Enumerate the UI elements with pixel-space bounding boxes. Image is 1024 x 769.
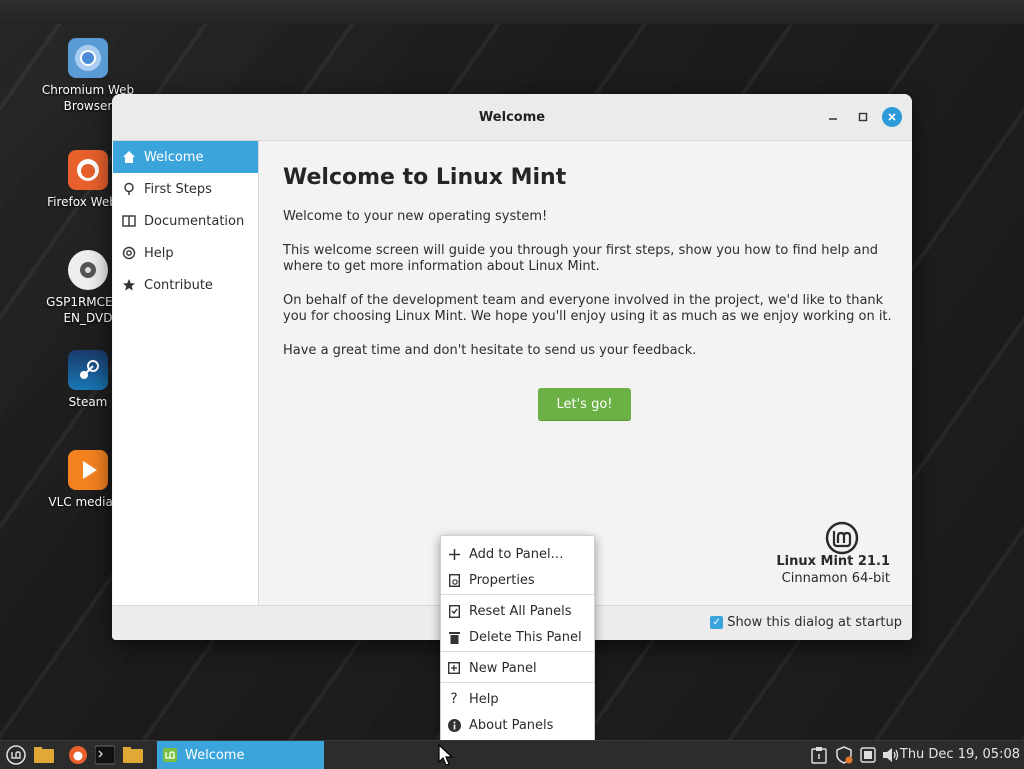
menu-separator: [441, 594, 594, 595]
menu-item-label: Delete This Panel: [469, 629, 582, 645]
sidebar-item-welcome[interactable]: Welcome: [113, 141, 258, 173]
terminal-icon: [95, 745, 115, 765]
maximize-icon: [858, 112, 868, 122]
welcome-paragraph: Welcome to your new operating system!: [283, 209, 548, 224]
mint-welcome-icon: [163, 748, 177, 762]
close-button[interactable]: [882, 107, 902, 127]
reset-icon: [447, 604, 461, 618]
steam-icon: [68, 350, 108, 390]
mint-menu-button[interactable]: [5, 744, 27, 766]
edition-label: Cinnamon 64-bit: [781, 571, 890, 586]
vlc-icon: [68, 450, 108, 490]
menu-item-delete-this-panel[interactable]: Delete This Panel: [441, 624, 594, 650]
page-title: Welcome to Linux Mint: [283, 165, 567, 190]
taskbar-terminal-launcher[interactable]: [94, 744, 116, 766]
menu-item-properties[interactable]: Properties: [441, 567, 594, 593]
menu-item-reset-all-panels[interactable]: Reset All Panels: [441, 598, 594, 624]
window-title: Welcome: [478, 109, 546, 125]
chromium-icon: [68, 38, 108, 78]
menu-separator: [441, 682, 594, 683]
menu-item-label: New Panel: [469, 660, 537, 676]
checkmark-icon: ✓: [710, 616, 724, 629]
sidebar-item-label: First Steps: [144, 181, 212, 197]
window-titlebar[interactable]: Welcome: [112, 94, 912, 141]
network-icon: [860, 747, 876, 763]
mint-menu-icon: [6, 745, 26, 765]
clock[interactable]: Thu Dec 19, 05:08: [900, 747, 1020, 762]
checkbox-label: Show this dialog at startup: [727, 615, 902, 630]
version-label: Linux Mint 21.1: [776, 554, 890, 569]
sidebar-item-help[interactable]: Help: [113, 237, 258, 269]
shield-icon: [836, 746, 853, 764]
sidebar-item-label: Welcome: [144, 149, 204, 165]
home-icon: [121, 149, 137, 165]
menu-item-label: Reset All Panels: [469, 603, 572, 619]
show-desktop-button[interactable]: [33, 744, 55, 766]
menu-item-add-to-panel[interactable]: Add to Panel…: [441, 541, 594, 567]
plus-icon: [447, 548, 461, 560]
firefox-icon: [69, 746, 87, 764]
sidebar-item-label: Documentation: [144, 213, 245, 229]
taskbar: Welcome Thu Dec 19, 05:08: [0, 740, 1024, 769]
clipboard-icon: [811, 747, 827, 764]
lifebuoy-icon: [121, 245, 137, 261]
star-icon: [121, 277, 137, 293]
menu-item-label: Help: [469, 691, 499, 707]
folder-icon: [34, 747, 54, 763]
minimize-button[interactable]: [822, 106, 844, 128]
menu-item-label: Add to Panel…: [469, 546, 564, 562]
sidebar: Welcome First Steps Documentation Help C…: [113, 141, 259, 605]
menu-separator: [441, 651, 594, 652]
lets-go-button[interactable]: Let's go!: [538, 388, 631, 421]
clipboard-applet[interactable]: [808, 744, 830, 766]
taskbar-firefox-launcher[interactable]: [67, 744, 89, 766]
firefox-icon: [68, 150, 108, 190]
new-panel-icon: [447, 662, 461, 674]
network-applet[interactable]: [857, 744, 879, 766]
volume-applet[interactable]: [880, 744, 902, 766]
minimize-icon: [829, 118, 837, 120]
sidebar-item-label: Help: [144, 245, 174, 261]
welcome-paragraph: Have a great time and don't hesitate to …: [283, 343, 697, 358]
menu-item-help[interactable]: ? Help: [441, 686, 594, 712]
speaker-icon: [883, 748, 899, 762]
taskbar-window-label: Welcome: [185, 747, 245, 763]
show-at-startup-checkbox[interactable]: ✓ Show this dialog at startup: [710, 615, 902, 630]
menu-item-new-panel[interactable]: New Panel: [441, 655, 594, 681]
properties-icon: [447, 573, 461, 587]
disc-icon: [68, 250, 108, 290]
panel-context-menu: Add to Panel… Properties Reset All Panel…: [440, 535, 595, 743]
sidebar-item-documentation[interactable]: Documentation: [113, 205, 258, 237]
trash-icon: [447, 631, 461, 644]
sidebar-item-contribute[interactable]: Contribute: [113, 269, 258, 301]
book-icon: [121, 213, 137, 229]
menu-item-label: About Panels: [469, 717, 554, 733]
mouse-cursor-icon: [438, 743, 454, 766]
close-icon: [888, 113, 896, 121]
welcome-paragraph: This welcome screen will guide you throu…: [283, 243, 878, 274]
maximize-button[interactable]: [852, 106, 874, 128]
folder-icon: [123, 747, 143, 763]
menu-item-label: Properties: [469, 572, 535, 588]
sidebar-item-label: Contribute: [144, 277, 213, 293]
welcome-paragraph: On behalf of the development team and ev…: [283, 293, 892, 324]
question-icon: ?: [450, 691, 458, 707]
taskbar-files-launcher[interactable]: [122, 744, 144, 766]
sidebar-item-first-steps[interactable]: First Steps: [113, 173, 258, 205]
bulb-icon: [121, 181, 137, 197]
menu-item-about-panels[interactable]: About Panels: [441, 712, 594, 738]
taskbar-window-welcome[interactable]: Welcome: [157, 741, 324, 769]
info-icon: [447, 718, 461, 732]
update-manager-applet[interactable]: [833, 744, 855, 766]
